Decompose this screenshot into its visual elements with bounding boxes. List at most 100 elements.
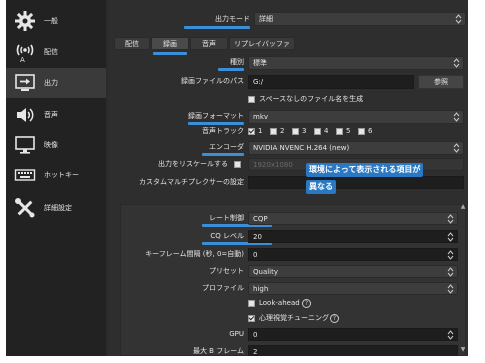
profile-select[interactable]: high — [248, 282, 458, 295]
sidebar-item-output[interactable]: 出力 — [6, 68, 106, 98]
sidebar-item-general[interactable]: 一般 — [6, 6, 106, 36]
tab-label: 音声 — [202, 40, 216, 48]
rescale-label: 出力をリスケールする — [158, 160, 228, 168]
recording-type-select[interactable]: 標準 — [248, 56, 464, 70]
tab-replay-buffer[interactable]: リプレイバッファ — [229, 37, 295, 50]
recording-format-label: 録画フォーマット — [188, 112, 244, 120]
recording-format-value: mkv — [253, 113, 269, 121]
no-space-filename-label: スペースなしのファイル名を生成 — [259, 95, 364, 103]
scroll-down-icon[interactable]: ▼ — [459, 346, 467, 354]
output-settings-panel: 出力モード 詳細 配信 録画 音声 リプレイバッファ 種別 標準 録画ファイルの… — [108, 0, 468, 356]
recording-type-value: 標準 — [253, 59, 267, 67]
tab-recording-highlight — [153, 52, 187, 55]
output-mode-label: 出力モード — [215, 15, 250, 23]
max-b-frames-input[interactable]: 2 — [248, 345, 458, 356]
browse-button[interactable]: 参照 — [418, 75, 464, 89]
recording-path-input[interactable]: G:/ — [248, 75, 414, 89]
audio-track-3-label: 3 — [302, 127, 307, 135]
rate-control-value: CQP — [253, 215, 268, 223]
encoder-highlight — [202, 153, 244, 156]
annotation-callout-line1: 環境によって表示される項目が — [306, 163, 424, 177]
spin-arrows-icon — [453, 112, 460, 122]
audio-track-4-label: 4 — [324, 127, 329, 135]
encoder-label: エンコーダ — [209, 143, 244, 151]
tab-recording[interactable]: 録画 — [151, 37, 189, 50]
broadcast-icon: A — [12, 39, 38, 65]
cq-level-label: CQ レベル — [210, 232, 244, 240]
audio-track-5-label: 5 — [346, 127, 351, 135]
look-ahead-checkbox[interactable] — [248, 300, 255, 307]
keyframe-interval-input[interactable]: 0 — [248, 248, 458, 261]
preset-select[interactable]: Quality — [248, 265, 458, 278]
speaker-icon — [12, 102, 38, 128]
no-space-filename-checkbox[interactable] — [248, 96, 255, 103]
sidebar-item-label: ホットキー — [44, 171, 79, 179]
audio-track-2-label: 2 — [280, 127, 285, 135]
spin-arrows-icon — [447, 214, 454, 224]
tab-label: リプレイバッファ — [234, 40, 290, 48]
rescale-resolution-value: 1920x1080 — [253, 161, 293, 169]
audio-track-1-label: 1 — [258, 127, 263, 135]
sidebar-item-label: 詳細設定 — [44, 204, 72, 212]
tools-icon — [12, 195, 38, 221]
tab-label: 録画 — [163, 40, 177, 48]
spin-arrows-icon — [455, 14, 462, 24]
spin-arrows-icon — [453, 143, 460, 153]
recording-type-highlight — [218, 68, 244, 71]
cq-level-value: 20 — [253, 233, 262, 241]
sidebar-item-advanced[interactable]: 詳細設定 — [6, 193, 106, 223]
profile-value: high — [253, 285, 269, 293]
keyframe-interval-label: キーフレーム間隔 (秒, 0=自動) — [145, 250, 244, 258]
sidebar-item-label: 音声 — [44, 111, 58, 119]
audio-track-4-checkbox[interactable] — [314, 128, 321, 135]
recording-format-select[interactable]: mkv — [248, 110, 464, 124]
spin-arrows-icon — [453, 58, 460, 68]
audio-track-6-checkbox[interactable] — [358, 128, 365, 135]
sidebar-item-stream[interactable]: A 配信 — [6, 37, 106, 67]
spin-arrows-icon — [447, 232, 454, 242]
audio-track-3-checkbox[interactable] — [292, 128, 299, 135]
settings-window: 一般 A 配信 出力 音声 映像 ホットキー 詳細設定 出力モード 詳細 配信 … — [6, 0, 468, 356]
output-mode-value: 詳細 — [259, 15, 273, 23]
help-icon[interactable]: ? — [330, 314, 339, 323]
sidebar-item-label: 映像 — [44, 141, 58, 149]
muxer-settings-input[interactable] — [248, 176, 464, 189]
preset-label: プリセット — [209, 267, 244, 275]
look-ahead-label: Look-ahead — [259, 299, 300, 307]
scroll-up-icon[interactable]: ▲ — [459, 203, 467, 211]
audio-track-5-checkbox[interactable] — [336, 128, 343, 135]
audio-track-2-checkbox[interactable] — [270, 128, 277, 135]
audio-track-1-checkbox[interactable] — [248, 128, 255, 135]
output-mode-select[interactable]: 詳細 — [254, 12, 466, 26]
recording-path-label: 録画ファイルのパス — [181, 77, 244, 85]
sidebar-item-video[interactable]: 映像 — [6, 130, 106, 160]
recording-type-label: 種別 — [230, 58, 244, 66]
rescale-checkbox[interactable] — [234, 161, 241, 168]
sidebar-item-label: 配信 — [44, 48, 58, 56]
sidebar-item-hotkeys[interactable]: ホットキー — [6, 160, 106, 190]
monitor-icon — [12, 132, 38, 158]
output-icon — [12, 70, 38, 96]
muxer-settings-label: カスタムマルチプレクサーの設定 — [139, 178, 244, 186]
gear-icon — [12, 8, 38, 34]
tab-audio[interactable]: 音声 — [190, 37, 228, 50]
keyframe-interval-value: 0 — [253, 251, 258, 259]
cq-level-input[interactable]: 20 — [248, 230, 458, 243]
preset-value: Quality — [253, 268, 279, 276]
sidebar: 一般 A 配信 出力 音声 映像 ホットキー 詳細設定 — [6, 0, 106, 356]
output-mode-highlight — [184, 26, 250, 29]
svg-text:A: A — [20, 56, 25, 63]
psycho-visual-tuning-checkbox[interactable] — [248, 315, 255, 322]
tab-stream[interactable]: 配信 — [114, 37, 150, 50]
tab-label: 配信 — [125, 40, 139, 48]
help-icon[interactable]: ? — [302, 299, 311, 308]
gpu-input[interactable]: 0 — [248, 328, 458, 341]
spin-arrows-icon — [447, 330, 454, 340]
profile-label: プロファイル — [202, 284, 244, 292]
rate-control-select[interactable]: CQP — [248, 212, 458, 225]
encoder-select[interactable]: NVIDIA NVENC H.264 (new) — [248, 141, 464, 155]
sidebar-item-label: 出力 — [44, 79, 58, 87]
spin-arrows-icon — [447, 284, 454, 294]
psycho-visual-tuning-label: 心理視覚チューニング — [259, 314, 329, 322]
sidebar-item-audio[interactable]: 音声 — [6, 100, 106, 130]
